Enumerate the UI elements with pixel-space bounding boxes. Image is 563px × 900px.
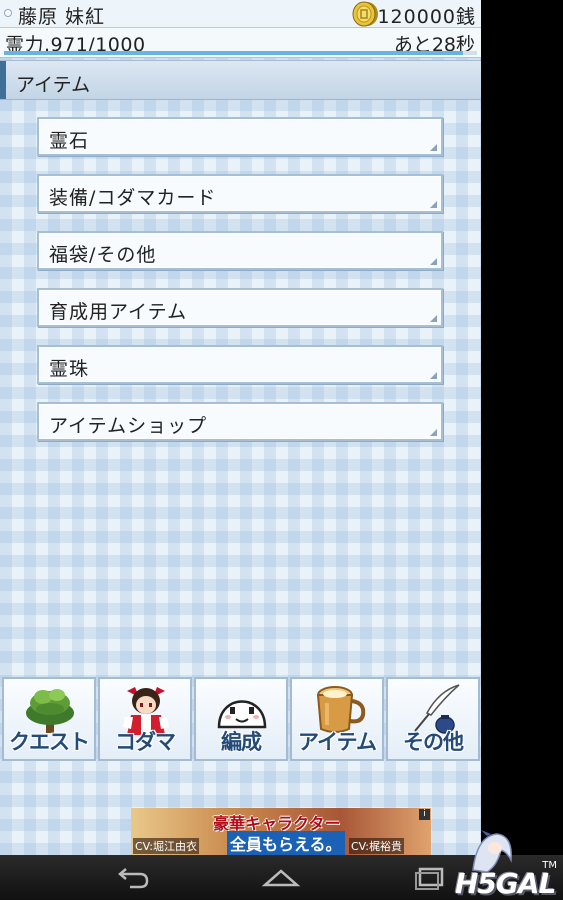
watermark-text: H5GAL xyxy=(455,867,556,900)
corner-marker-icon xyxy=(430,372,437,379)
watermark-tm: TM xyxy=(542,860,557,871)
menu-item-reiju[interactable]: 霊珠 xyxy=(37,345,443,384)
player-indicator-icon xyxy=(4,9,12,17)
energy-gauge xyxy=(4,51,477,55)
bottom-nav: クエスト コダマ 編成 アイテム その他 xyxy=(0,677,481,761)
home-icon[interactable] xyxy=(261,865,301,891)
section-accent xyxy=(0,61,6,99)
menu-item-label: 霊石 xyxy=(49,130,90,152)
menu-item-equipment-kodama-card[interactable]: 装備/コダマカード xyxy=(37,174,443,213)
nav-formation-button[interactable]: 編成 xyxy=(194,677,288,761)
menu-item-label: 霊珠 xyxy=(49,358,90,380)
corner-marker-icon xyxy=(430,429,437,436)
menu-item-label: 福袋/その他 xyxy=(49,244,157,266)
nav-label: クエスト xyxy=(9,730,90,754)
corner-marker-icon xyxy=(430,201,437,208)
menu-item-label: 装備/コダマカード xyxy=(49,187,217,209)
nav-item-button[interactable]: アイテム xyxy=(290,677,384,761)
ad-subtitle: 全員もらえる。 xyxy=(227,831,345,855)
section-header: アイテム xyxy=(0,60,481,100)
nav-label: その他 xyxy=(403,730,464,754)
nav-label: 編成 xyxy=(221,730,262,754)
ad-info-icon[interactable]: i xyxy=(419,809,430,820)
page-title: アイテム xyxy=(16,74,91,96)
menu-item-label: アイテムショップ xyxy=(49,415,208,437)
nav-label: コダマ xyxy=(115,730,176,754)
ad-cv-credit: CV:堀江由衣 xyxy=(133,838,200,854)
ad-banner[interactable]: 豪華キャラクター 全員もらえる。 CV:堀江由衣 CV:梶裕貴 i xyxy=(131,808,431,855)
energy-status-bar: 霊力.971/1000 あと28秒 xyxy=(0,28,481,58)
back-icon[interactable] xyxy=(112,865,152,891)
menu-item-item-shop[interactable]: アイテムショップ xyxy=(37,402,443,441)
game-screen: 藤原 妹紅 120000銭 霊力.971/1000 あと28秒 アイテム 霊石 … xyxy=(0,0,481,855)
menu-item-fukubukuro-other[interactable]: 福袋/その他 xyxy=(37,231,443,270)
corner-marker-icon xyxy=(430,315,437,322)
ad-cv-credit: CV:梶裕貴 xyxy=(349,838,405,854)
nav-quest-button[interactable]: クエスト xyxy=(2,677,96,761)
energy-gauge-fill xyxy=(4,51,464,55)
money-amount: 120000銭 xyxy=(377,6,476,28)
nav-label: アイテム xyxy=(298,730,377,754)
menu-item-reiseki[interactable]: 霊石 xyxy=(37,117,443,156)
corner-marker-icon xyxy=(430,258,437,265)
watermark: H5GAL TM xyxy=(437,830,557,900)
menu-item-label: 育成用アイテム xyxy=(49,301,188,323)
nav-other-button[interactable]: その他 xyxy=(386,677,480,761)
corner-marker-icon xyxy=(430,144,437,151)
player-status-bar: 藤原 妹紅 120000銭 xyxy=(0,0,481,28)
coin-icon xyxy=(352,1,378,27)
menu-item-training-items[interactable]: 育成用アイテム xyxy=(37,288,443,327)
nav-kodama-button[interactable]: コダマ xyxy=(98,677,192,761)
player-name: 藤原 妹紅 xyxy=(18,6,106,28)
